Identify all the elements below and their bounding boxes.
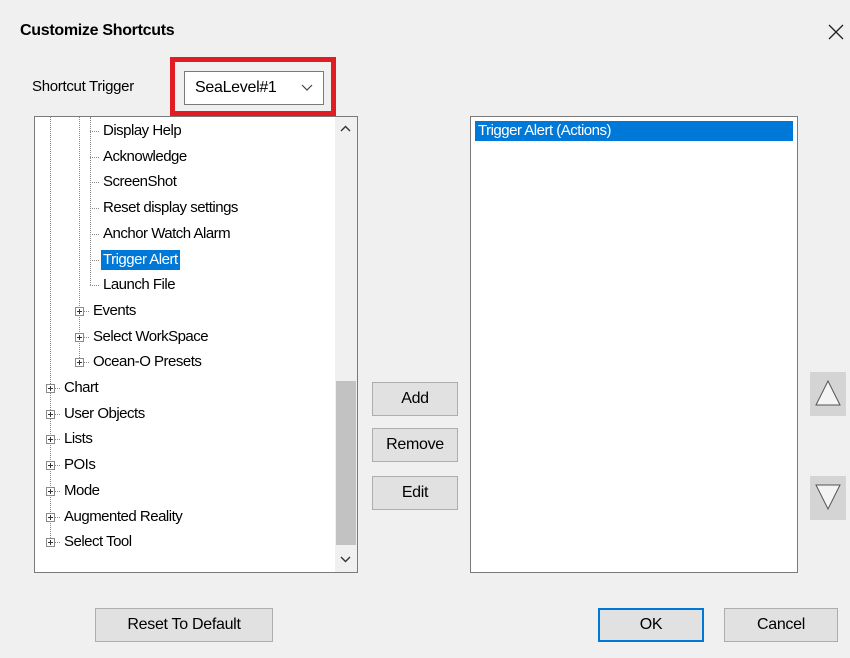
edit-button[interactable]: Edit <box>372 476 458 510</box>
tree-item[interactable]: Anchor Watch Alarm <box>35 222 335 246</box>
tree-connector-line <box>90 131 99 132</box>
scroll-up-button[interactable] <box>335 117 357 141</box>
shortcut-trigger-value: SeaLevel#1 <box>195 79 277 96</box>
tree-item-label: Augmented Reality <box>64 507 183 525</box>
scroll-thumb[interactable] <box>336 381 356 545</box>
tree-connector-line <box>90 233 99 235</box>
tree-item[interactable]: Augmented Reality <box>35 505 335 529</box>
scroll-up-icon <box>340 125 351 132</box>
list-item[interactable]: Trigger Alert (Actions) <box>475 121 793 141</box>
tree-item-label: POIs <box>64 456 96 474</box>
tree-item-label: Select WorkSpace <box>93 327 209 345</box>
tree-item-label: ScreenShot <box>103 173 177 191</box>
ok-button-label: OK <box>639 616 663 633</box>
tree-item-label: Trigger Alert <box>101 249 180 270</box>
tree-item-label: User Objects <box>64 404 145 422</box>
tree-item[interactable]: Select WorkSpace <box>35 325 335 349</box>
shortcut-trigger-dropdown[interactable]: SeaLevel#1 <box>184 71 324 105</box>
tree-item[interactable]: Display Help <box>35 119 335 143</box>
remove-button-label: Remove <box>386 436 444 453</box>
dialog-title: Customize Shortcuts <box>20 22 175 39</box>
tree-item-label: Reset display settings <box>103 199 238 217</box>
plus-box-icon[interactable] <box>46 409 55 419</box>
customize-shortcuts-dialog: Customize Shortcuts Shortcut Trigger Sea… <box>0 0 850 658</box>
plus-box-icon[interactable] <box>46 435 55 445</box>
plus-box-icon[interactable] <box>75 306 84 316</box>
scroll-down-icon <box>340 556 351 563</box>
tree-item-label: Chart <box>64 379 99 396</box>
tree-connector-line <box>90 208 99 210</box>
scroll-down-button[interactable] <box>335 548 357 572</box>
tree-item[interactable]: Trigger Alert <box>35 248 335 272</box>
tree-scrollbar[interactable] <box>335 117 357 572</box>
tree-item[interactable]: Ocean-O Presets <box>35 350 335 374</box>
shortcut-trigger-label: Shortcut Trigger <box>32 78 134 95</box>
plus-box-icon[interactable] <box>46 486 55 496</box>
tree-item[interactable]: Events <box>35 299 335 323</box>
close-button[interactable] <box>822 16 848 46</box>
add-button-label: Add <box>401 390 429 407</box>
tree-item[interactable]: User Objects <box>35 402 335 426</box>
tree-item-label: Ocean-O Presets <box>93 353 202 371</box>
plus-box-icon[interactable] <box>46 461 55 471</box>
ok-button[interactable]: OK <box>598 608 704 642</box>
tree-item-label: Acknowledge <box>103 147 187 165</box>
tree-item-label: Anchor Watch Alarm <box>103 224 231 242</box>
tree-item[interactable]: Launch File <box>35 273 335 297</box>
triangle-down-icon <box>815 484 841 511</box>
tree-connector-line <box>90 285 99 287</box>
plus-box-icon[interactable] <box>46 538 55 548</box>
move-down-button[interactable] <box>810 476 846 520</box>
remove-button[interactable]: Remove <box>372 428 458 462</box>
tree-item[interactable]: Mode <box>35 479 335 503</box>
title-bar: Customize Shortcuts <box>0 0 850 64</box>
close-icon <box>828 24 844 40</box>
reset-button-label: Reset To Default <box>127 616 241 633</box>
tree-item-label: Mode <box>64 481 100 499</box>
plus-box-icon[interactable] <box>75 358 84 368</box>
add-button[interactable]: Add <box>372 382 458 416</box>
tree-item[interactable]: POIs <box>35 453 335 477</box>
tree-item[interactable]: ScreenShot <box>35 170 335 194</box>
tree-item-label: Launch File <box>103 276 176 294</box>
tree-item[interactable]: Select Tool <box>35 530 335 554</box>
tree-connector-line <box>90 182 99 184</box>
tree-item[interactable]: Reset display settings <box>35 196 335 220</box>
plus-box-icon[interactable] <box>75 332 84 342</box>
tree-connector-line <box>90 156 99 158</box>
tree-item[interactable]: Lists <box>35 427 335 451</box>
tree-item-label: Select Tool <box>64 533 132 551</box>
actions-list[interactable]: Trigger Alert (Actions) <box>470 116 798 573</box>
tree-item-label: Lists <box>64 430 93 448</box>
triangle-up-icon <box>815 379 841 406</box>
shortcut-tree[interactable]: Display Help Acknowledge ScreenShot Reset d… <box>34 116 358 573</box>
plus-box-icon[interactable] <box>46 512 55 522</box>
tree-item-label: Display Help <box>103 122 182 139</box>
move-up-button[interactable] <box>810 372 846 416</box>
tree-item[interactable]: Chart <box>35 376 335 400</box>
cancel-button-label: Cancel <box>756 616 805 633</box>
tree-item[interactable]: Acknowledge <box>35 145 335 169</box>
reset-to-default-button[interactable]: Reset To Default <box>95 608 273 642</box>
chevron-down-icon <box>301 84 313 91</box>
tree-connector-line <box>90 259 99 261</box>
tree-item-label: Events <box>93 301 136 319</box>
plus-box-icon[interactable] <box>46 384 55 393</box>
edit-button-label: Edit <box>401 484 429 501</box>
cancel-button[interactable]: Cancel <box>724 608 838 642</box>
